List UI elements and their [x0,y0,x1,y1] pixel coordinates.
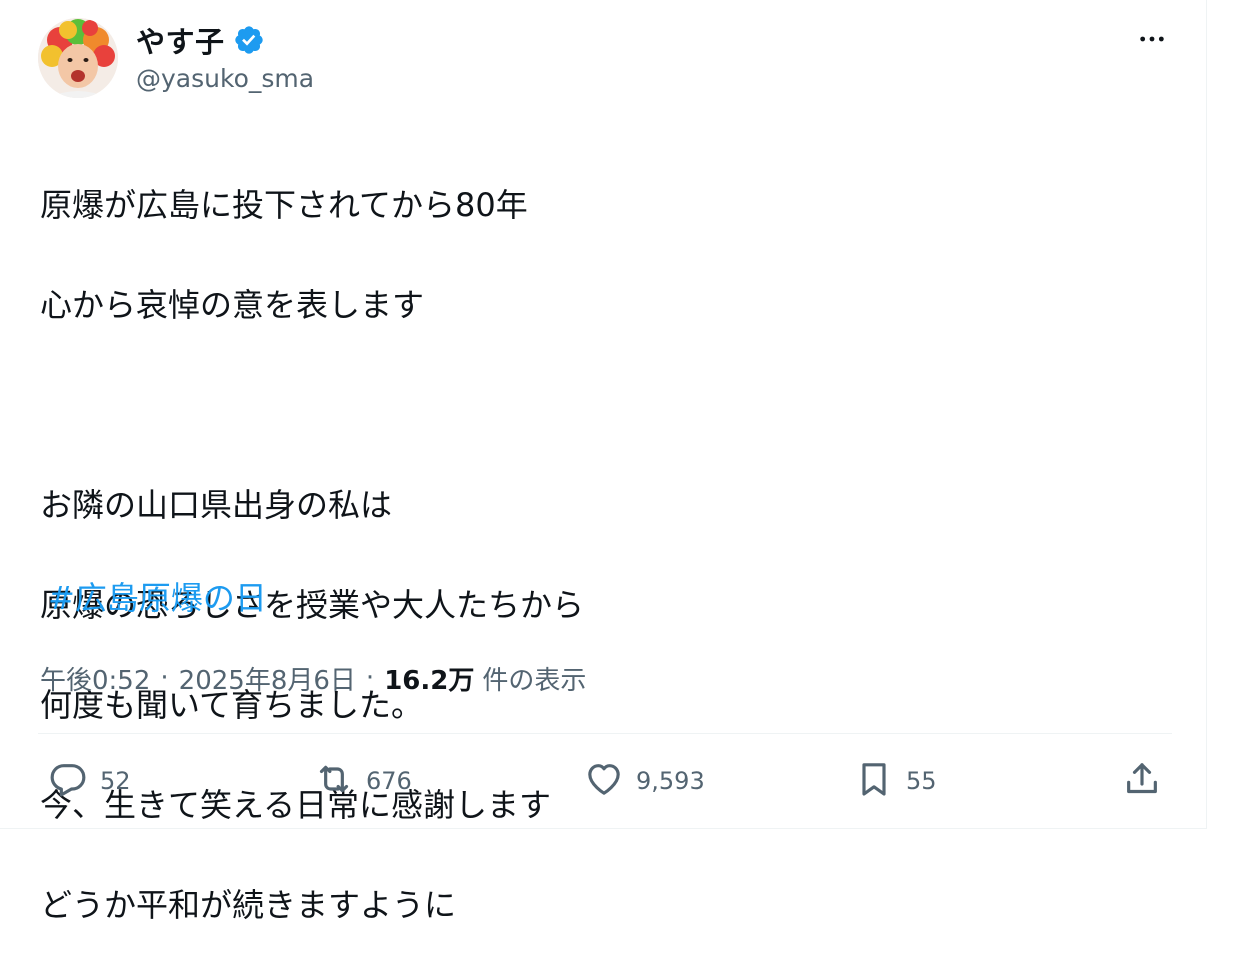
author-display-name[interactable]: やす子 [136,19,225,61]
repost-icon [314,759,354,803]
like-count: 9,593 [636,767,705,795]
bookmark-count: 55 [906,767,937,795]
tweet-meta: 午後0:52 · 2025年8月6日 · 16.2万 件の表示 [40,658,586,698]
divider [38,733,1172,734]
views-count: 16.2万 [384,665,475,696]
views-label: 件の表示 [482,665,587,696]
bookmark-button[interactable]: 55 [854,755,937,807]
more-dots-icon[interactable] [1132,24,1172,54]
tweet-header: やす子 @yasuko_sma [38,18,1172,100]
verified-badge-icon[interactable] [233,24,265,56]
hashtag-link[interactable]: #広島原爆の日 [48,573,267,623]
tweet-body-line: 原爆が広島に投下されてから80年 [40,186,528,224]
reply-button[interactable]: 52 [48,755,131,807]
tweet-body-line: お隣の山口県出身の私は [40,486,393,524]
like-button[interactable]: 9,593 [584,755,705,807]
repost-count: 676 [366,767,412,795]
tweet-body: 原爆が広島に投下されてから80年 心から哀悼の意を表します お隣の山口県出身の私… [40,130,1160,980]
share-icon [1122,759,1162,803]
reply-icon [48,759,88,803]
meta-separator: · [365,663,375,693]
tweet-date[interactable]: 2025年8月6日 [179,660,356,697]
action-bar: 52 676 9,593 55 [48,755,1157,807]
reply-count: 52 [100,767,131,795]
tweet-body-line [40,380,1160,430]
tweet-body-line: 心から哀悼の意を表します [40,286,425,324]
author-handle[interactable]: @yasuko_sma [136,64,314,93]
share-button[interactable] [1122,755,1162,807]
author-name-row: やす子 [136,20,265,60]
tweet-time[interactable]: 午後0:52 [40,660,150,697]
heart-icon [584,759,624,803]
meta-separator: · [160,663,169,693]
repost-button[interactable]: 676 [314,755,412,807]
tweet-card: やす子 @yasuko_sma 原爆が広島に投下されてから80年 心から哀悼の意… [0,0,1207,924]
bookmark-icon [854,759,894,803]
avatar-image [38,18,118,98]
avatar[interactable] [38,18,118,98]
tweet-body-line: どうか平和が続きますように [40,886,457,924]
